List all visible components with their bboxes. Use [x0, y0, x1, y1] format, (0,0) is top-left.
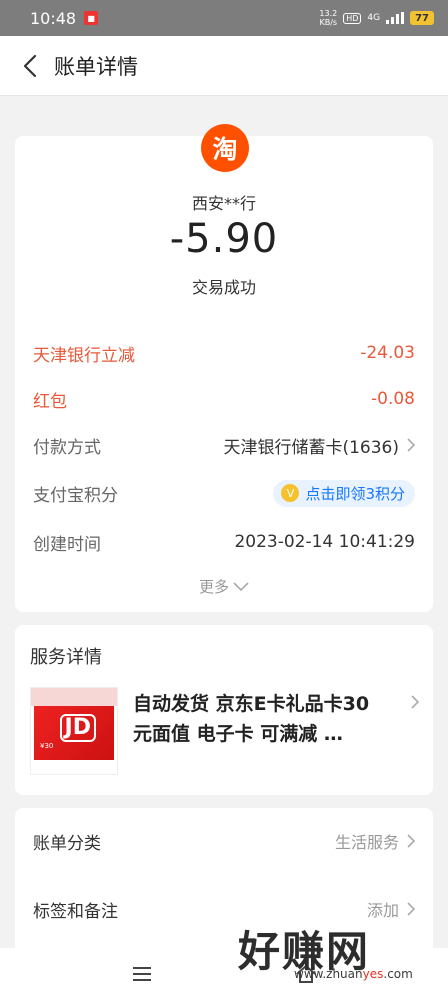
claim-points-button[interactable]: V 点击即领3积分 [273, 479, 415, 507]
tags-notes-label: 标签和备注 [33, 901, 118, 922]
created-time-value: 2023-02-14 10:41:29 [234, 532, 415, 552]
gift-card-image: JD ¥30 [34, 706, 114, 760]
net-speed: 13.2 KB/s [319, 9, 338, 27]
created-time-label: 创建时间 [33, 534, 101, 555]
jd-logo: JD [59, 714, 96, 742]
hd-icon: HD [343, 12, 362, 24]
service-title: 服务详情 [30, 647, 102, 668]
payment-method-row[interactable]: 付款方式 天津银行储蓄卡(1636) [33, 430, 415, 460]
status-time: 10:48 [30, 8, 77, 28]
red-packet-row: 红包 -0.08 [33, 384, 415, 414]
page-title: 账单详情 [54, 54, 138, 79]
bill-summary-card: 淘 西安**行 -5.90 交易成功 天津银行立减 -24.03 红包 -0.0… [15, 124, 433, 612]
nav-bar: 账单详情 [0, 36, 448, 96]
battery-icon: 77 [410, 11, 434, 25]
status-bar: 10:48 ■ 13.2 KB/s HD 4G 77 [0, 0, 448, 36]
red-packet-label: 红包 [33, 391, 67, 412]
bank-discount-row: 天津银行立减 -24.03 [33, 338, 415, 368]
chevron-down-icon [233, 581, 249, 591]
bill-amount: -5.90 [169, 216, 279, 262]
created-time-row: 创建时间 2023-02-14 10:41:29 [33, 527, 415, 557]
network-type: 4G [367, 13, 381, 23]
thumb-price: ¥30 [40, 742, 54, 750]
points-row: 支付宝积分 V 点击即领3积分 [33, 478, 415, 508]
chevron-right-icon [407, 438, 415, 452]
red-packet-value: -0.08 [371, 389, 415, 409]
signal-icon [386, 12, 405, 24]
product-thumbnail[interactable]: JD ¥30 [30, 687, 118, 775]
back-button[interactable] [0, 36, 60, 96]
bill-category-row[interactable]: 账单分类 生活服务 [33, 826, 415, 856]
bill-settings-card: 账单分类 生活服务 标签和备注 添加 [15, 808, 433, 968]
app-notification-icon: ■ [84, 11, 99, 25]
transaction-status: 交易成功 [191, 278, 256, 297]
back-arrow-icon [23, 54, 37, 77]
chevron-right-icon[interactable] [411, 695, 419, 709]
points-label: 支付宝积分 [33, 485, 118, 506]
taobao-logo: 淘 [201, 124, 249, 172]
watermark-url: www.zhuanyes.com [294, 967, 413, 981]
bank-discount-value: -24.03 [360, 343, 415, 363]
bill-category-value: 生活服务 [335, 829, 415, 853]
bank-discount-label: 天津银行立减 [33, 345, 135, 366]
status-indicators: 13.2 KB/s HD 4G 77 [319, 9, 434, 27]
tags-notes-value: 添加 [367, 897, 415, 921]
chevron-right-icon [407, 902, 415, 916]
payment-method-label: 付款方式 [33, 437, 101, 458]
menu-icon[interactable] [132, 966, 152, 982]
bill-category-label: 账单分类 [33, 833, 101, 854]
coin-icon: V [281, 484, 300, 502]
merchant-name: 西安**行 [191, 194, 256, 213]
product-title[interactable]: 自动发货 京东E卡礼品卡30元面值 电子卡 可满减 … [133, 689, 387, 749]
thumb-banner [31, 688, 117, 706]
chevron-right-icon [407, 834, 415, 848]
service-details-card: 服务详情 JD ¥30 自动发货 京东E卡礼品卡30元面值 电子卡 可满减 … [15, 625, 433, 795]
payment-method-value: 天津银行储蓄卡(1636) [223, 433, 415, 458]
more-button[interactable]: 更多 [15, 576, 433, 597]
